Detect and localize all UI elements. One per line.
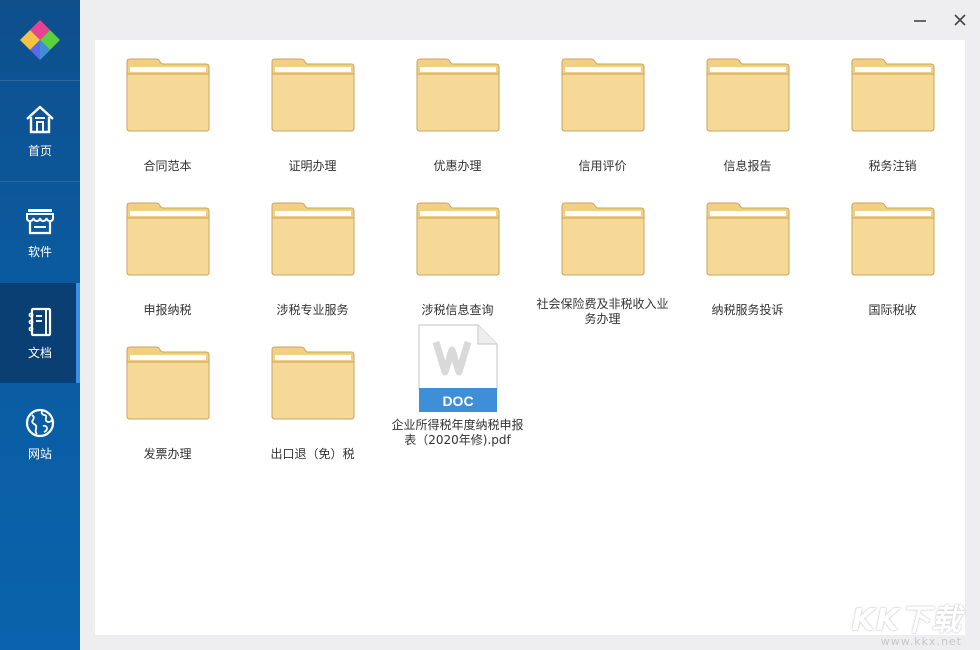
folder-icon <box>851 202 934 276</box>
sidebar-item-label: 首页 <box>27 143 52 158</box>
folder-icon <box>706 58 789 132</box>
globe-icon <box>25 408 55 437</box>
doc-badge-label: DOC <box>442 393 473 409</box>
sidebar-item-label: 文档 <box>27 345 52 360</box>
doc-file-icon: DOC <box>417 324 498 412</box>
folder-icon <box>271 58 354 132</box>
folder-item[interactable]: 优惠办理 <box>385 58 530 202</box>
file-label: 出口退（免）税 <box>270 447 355 461</box>
sidebar-item-websites[interactable]: 网站 <box>0 384 80 484</box>
folder-item[interactable]: 国际税收 <box>820 202 965 346</box>
folder-icon-wrap <box>126 202 210 276</box>
folder-item[interactable]: 出口退（免）税 <box>240 346 385 490</box>
folder-item[interactable]: 合同范本 <box>95 58 240 202</box>
folder-icon-wrap <box>706 202 790 276</box>
folder-icon <box>561 58 644 132</box>
folder-icon-wrap <box>416 202 500 276</box>
file-label: 国际税收 <box>868 303 917 317</box>
folder-icon-wrap <box>126 346 210 420</box>
folder-icon <box>126 58 209 132</box>
folder-item[interactable]: 涉税专业服务 <box>240 202 385 346</box>
folder-icon <box>271 346 354 420</box>
folder-item[interactable]: 发票办理 <box>95 346 240 490</box>
sidebar-item-home[interactable]: 首页 <box>0 81 80 181</box>
file-label: 纳税服务投诉 <box>711 303 784 317</box>
sidebar-item-software[interactable]: 软件 <box>0 182 80 282</box>
store-icon <box>26 208 54 234</box>
folder-icon-wrap <box>561 202 645 276</box>
minimize-icon <box>914 20 926 22</box>
home-icon <box>26 105 54 133</box>
watermark: KK下载 www.kkx.net <box>852 595 963 648</box>
folder-icon <box>126 202 209 276</box>
app-logo <box>0 0 80 80</box>
file-label: 涉税专业服务 <box>276 303 349 317</box>
sidebar-item-label: 软件 <box>27 244 52 259</box>
file-label: 信息报告 <box>723 159 772 173</box>
logo-icon <box>20 20 60 60</box>
folder-icon-wrap <box>271 202 355 276</box>
folder-icon-wrap <box>561 58 645 132</box>
folder-icon <box>561 202 644 276</box>
close-icon <box>954 14 966 26</box>
folder-icon-wrap <box>271 346 355 420</box>
close-button[interactable] <box>948 8 972 32</box>
folder-item[interactable]: 社会保险费及非税收入业务办理 <box>530 202 675 346</box>
folder-icon-wrap <box>416 58 500 132</box>
sidebar: 首页 软件 文档 网站 <box>0 0 80 650</box>
folder-icon <box>126 346 209 420</box>
folder-icon-wrap <box>851 58 935 132</box>
file-label: 涉税信息查询 <box>421 303 494 317</box>
file-label: 证明办理 <box>288 159 337 173</box>
folder-icon <box>416 202 499 276</box>
folder-item[interactable]: 证明办理 <box>240 58 385 202</box>
file-label: 申报纳税 <box>143 303 192 317</box>
file-label: 企业所得税年度纳税申报表（2020年修).pdf <box>391 418 524 447</box>
folder-icon <box>851 58 934 132</box>
folder-icon-wrap <box>706 58 790 132</box>
folder-item[interactable]: 申报纳税 <box>95 202 240 346</box>
folder-item[interactable]: 信用评价 <box>530 58 675 202</box>
folder-item[interactable]: 信息报告 <box>675 58 820 202</box>
folder-item[interactable]: 税务注销 <box>820 58 965 202</box>
document-icon <box>28 307 52 336</box>
file-item[interactable]: DOC 企业所得税年度纳税申报表（2020年修).pdf <box>385 324 530 490</box>
doc-file-icon-wrap: DOC <box>416 324 500 414</box>
file-label: 优惠办理 <box>433 159 482 173</box>
file-label: 合同范本 <box>143 159 192 173</box>
sidebar-item-documents[interactable]: 文档 <box>0 283 80 383</box>
folder-icon <box>271 202 354 276</box>
folder-icon <box>706 202 789 276</box>
folder-icon-wrap <box>851 202 935 276</box>
folder-icon-wrap <box>126 58 210 132</box>
file-label: 信用评价 <box>578 159 627 173</box>
watermark-title: KK下载 <box>851 603 962 638</box>
folder-icon-wrap <box>271 58 355 132</box>
file-label: 税务注销 <box>868 159 917 173</box>
folder-icon <box>416 58 499 132</box>
file-grid: 合同范本 证明办理 优惠办理 信用评价 信息报告 税务注销 申报纳税 涉税专业服… <box>95 40 965 635</box>
minimize-button[interactable] <box>908 8 932 32</box>
file-label: 发票办理 <box>143 447 192 461</box>
sidebar-item-label: 网站 <box>27 446 52 461</box>
file-label: 社会保险费及非税收入业务办理 <box>536 297 669 326</box>
folder-item[interactable]: 纳税服务投诉 <box>675 202 820 346</box>
